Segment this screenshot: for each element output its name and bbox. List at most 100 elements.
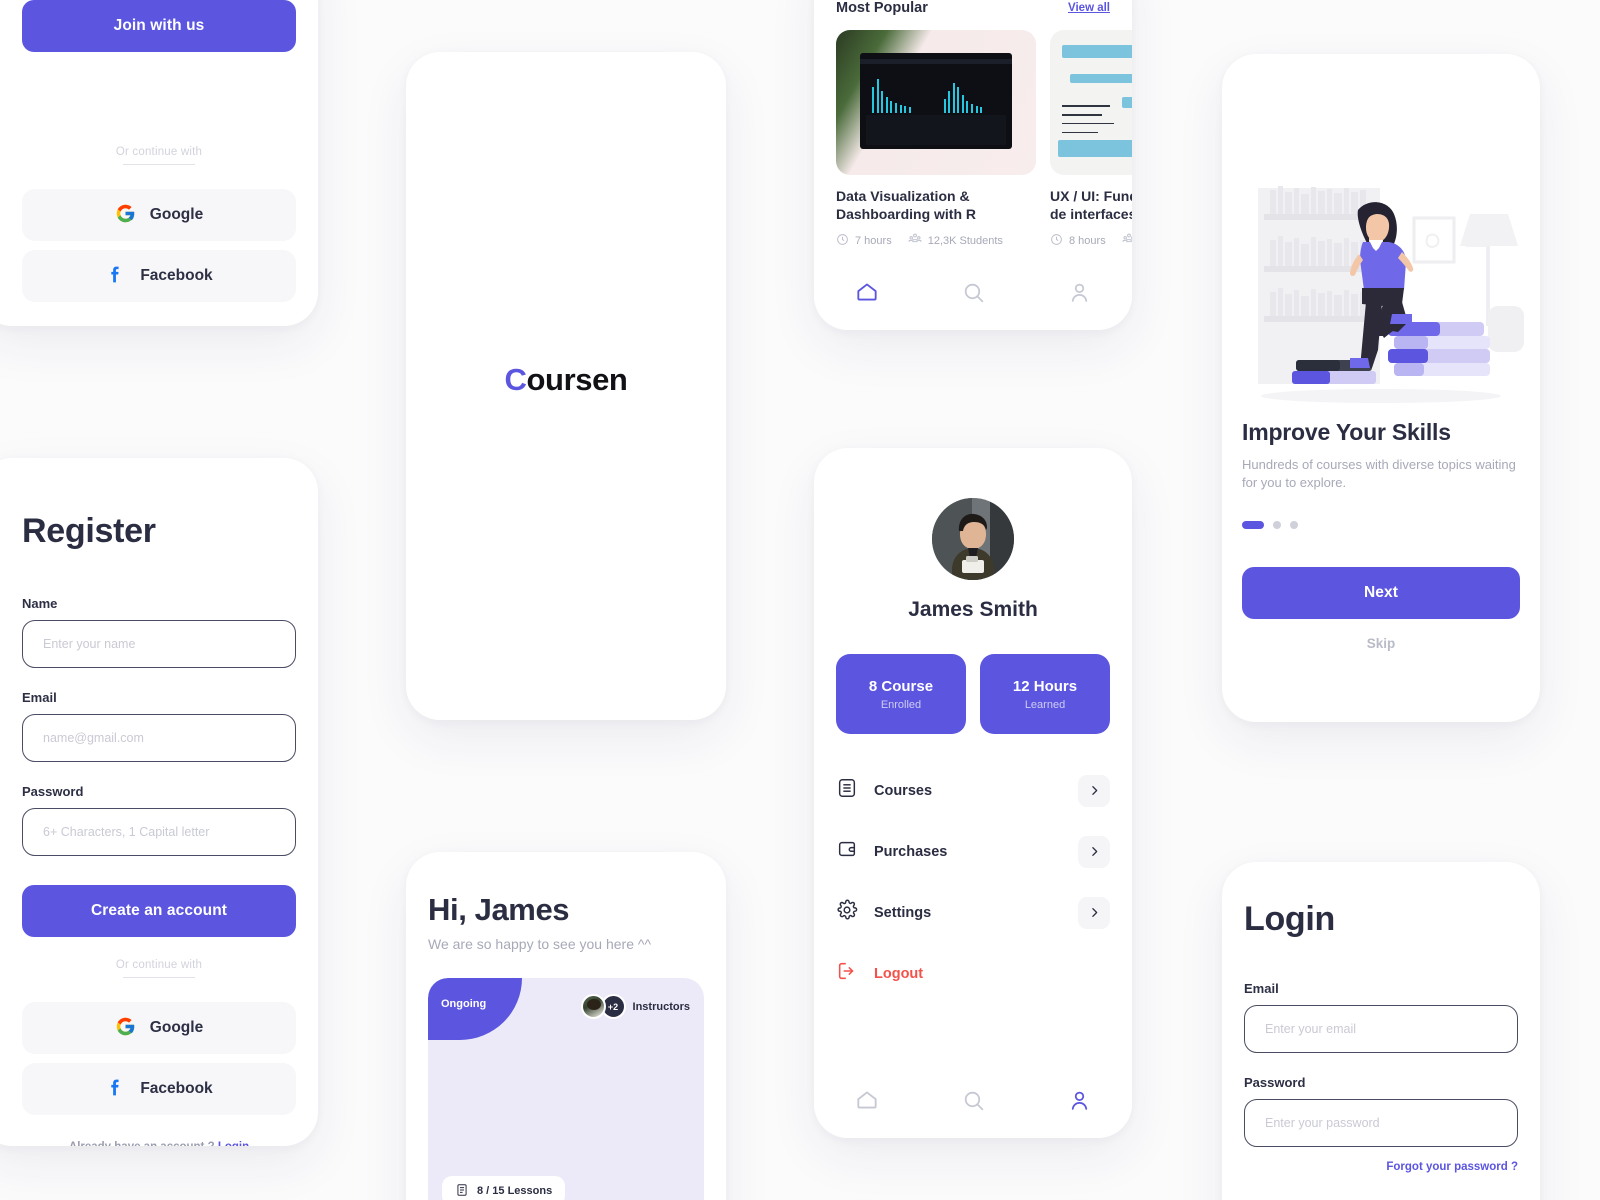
join-with-us-screen: Join with us Or continue with Google Fac… <box>0 0 318 326</box>
course-name: Data Visualization & Dashboarding with R <box>836 188 976 223</box>
stat-courses-enrolled[interactable]: 8 Course Enrolled <box>836 654 966 734</box>
course-name: UX / UI: Fundamentals design de interfac… <box>1050 188 1132 223</box>
course-duration: 7 hours <box>836 233 892 249</box>
login-link[interactable]: Login <box>218 1141 249 1146</box>
menu-item-label: Courses <box>874 782 933 799</box>
onboarding-illustration <box>1222 54 1540 419</box>
course-duration: 8 hours <box>1050 233 1106 249</box>
course-students <box>1122 232 1132 249</box>
nav-profile-icon[interactable] <box>1056 1077 1102 1123</box>
menu-item-logout[interactable]: Logout <box>836 943 1110 1004</box>
register-password-input[interactable] <box>22 808 296 856</box>
splash-screen: Coursen <box>406 52 726 720</box>
google-signin-button[interactable]: Google <box>22 189 296 241</box>
join-with-us-button[interactable]: Join with us <box>22 0 296 52</box>
register-google-button[interactable]: Google <box>22 1002 296 1054</box>
register-facebook-label: Facebook <box>140 1080 213 1097</box>
google-icon <box>115 203 136 227</box>
stat-value: 12 Hours <box>1012 677 1078 695</box>
menu-item-purchases[interactable]: Purchases <box>836 821 1110 882</box>
ongoing-course-tile[interactable]: Ongoing +2 Instructors 8 / 15 Lessons In… <box>428 978 704 1200</box>
clock-icon <box>1050 233 1063 249</box>
screen-root: Join with us Or continue with Google Fac… <box>0 0 1600 1200</box>
profile-name: James Smith <box>908 598 1038 621</box>
bottom-navigation <box>814 1062 1132 1138</box>
register-email-input[interactable] <box>22 714 296 762</box>
students-icon <box>1122 232 1132 249</box>
students-icon <box>908 232 922 249</box>
nav-search-icon[interactable] <box>950 1077 996 1123</box>
course-thumbnail <box>1050 30 1132 175</box>
forgot-password-link[interactable]: Forgot your password ? <box>1244 1161 1518 1173</box>
nav-home-icon[interactable] <box>844 1077 890 1123</box>
register-page-title: Register <box>22 512 156 550</box>
register-facebook-button[interactable]: Facebook <box>22 1063 296 1115</box>
most-popular-title: Most Popular <box>836 0 928 16</box>
instructors-label: Instructors <box>632 1000 690 1013</box>
onboarding-title: Improve Your Skills <box>1242 419 1451 445</box>
logo-accent-letter: C <box>504 362 527 397</box>
course-duration-label: 7 hours <box>855 234 892 247</box>
facebook-signin-button[interactable]: Facebook <box>22 250 296 302</box>
onboarding-subtitle: Hundreds of courses with diverse topics … <box>1242 457 1516 490</box>
onboarding-skip-button[interactable]: Skip <box>1242 636 1520 651</box>
course-card[interactable]: UX / UI: Fundamentals design de interfac… <box>1050 30 1132 249</box>
app-logo: Coursen <box>406 362 726 398</box>
pagination-dot[interactable] <box>1273 521 1281 530</box>
nav-search-icon[interactable] <box>950 269 996 315</box>
view-all-link[interactable]: View all <box>1068 2 1110 14</box>
menu-item-courses[interactable]: Courses <box>836 760 1110 821</box>
lesson-progress-label: 8 / 15 Lessons <box>477 1185 553 1197</box>
course-card[interactable]: Data Visualization & Dashboarding with R… <box>836 30 1036 249</box>
register-name-input[interactable] <box>22 620 296 668</box>
stat-value: 8 Course <box>868 677 934 695</box>
login-password-label: Password <box>1244 1075 1306 1090</box>
google-icon <box>115 1016 136 1040</box>
profile-avatar[interactable] <box>932 498 1014 580</box>
most-popular-header: Most Popular View all <box>814 0 1132 16</box>
home-subtitle: We are so happy to see you here ^^ <box>428 936 652 952</box>
document-icon <box>455 1183 469 1200</box>
course-thumbnail <box>836 30 1036 175</box>
nav-profile-icon[interactable] <box>1056 269 1102 315</box>
register-name-label: Name <box>22 596 58 611</box>
facebook-icon <box>105 264 126 288</box>
login-password-input[interactable] <box>1244 1099 1518 1147</box>
course-meta: 8 hours <box>1050 232 1132 249</box>
stat-hours-learned[interactable]: 12 Hours Learned <box>980 654 1110 734</box>
ongoing-badge: Ongoing <box>428 978 522 1040</box>
gear-icon <box>836 899 858 926</box>
login-email-label: Email <box>1244 981 1279 996</box>
course-duration-label: 8 hours <box>1069 234 1106 247</box>
most-popular-screen: Most Popular View all Data Visualization… <box>814 0 1132 330</box>
home-greeting: Hi, James <box>428 892 570 927</box>
register-email-label: Email <box>22 690 57 705</box>
logout-icon <box>836 960 858 987</box>
or-continue-divider: Or continue with <box>22 146 296 165</box>
login-screen: Login Email Password Forgot your passwor… <box>1222 862 1540 1200</box>
home-screen: Hi, James We are so happy to see you her… <box>406 852 726 1200</box>
menu-item-label: Logout <box>874 965 924 982</box>
login-page-title: Login <box>1244 900 1336 938</box>
pagination-dot[interactable] <box>1290 521 1298 530</box>
register-footer: Already have an account ? Login <box>22 1141 296 1146</box>
chevron-right-icon[interactable] <box>1078 896 1110 929</box>
list-icon <box>836 777 858 804</box>
course-students: 12,3K Students <box>908 232 1003 249</box>
chevron-right-icon[interactable] <box>1078 774 1110 807</box>
profile-stats: 8 Course Enrolled 12 Hours Learned <box>836 654 1110 734</box>
nav-home-icon[interactable] <box>844 269 890 315</box>
course-students-label: 12,3K Students <box>927 234 1003 247</box>
facebook-signin-label: Facebook <box>140 267 213 284</box>
menu-item-settings[interactable]: Settings <box>836 882 1110 943</box>
create-account-button[interactable]: Create an account <box>22 885 296 937</box>
onboarding-next-button[interactable]: Next <box>1242 567 1520 620</box>
menu-item-label: Purchases <box>874 843 948 860</box>
login-email-input[interactable] <box>1244 1005 1518 1053</box>
onboarding-screen: Improve Your Skills Hundreds of courses … <box>1222 54 1540 722</box>
chevron-right-icon[interactable] <box>1078 835 1110 868</box>
popular-course-rail[interactable]: Data Visualization & Dashboarding with R… <box>814 30 1132 249</box>
avatar <box>580 994 606 1019</box>
register-screen: Register Name Email Password Create an a… <box>0 458 318 1146</box>
pagination-dot-active[interactable] <box>1242 521 1264 530</box>
